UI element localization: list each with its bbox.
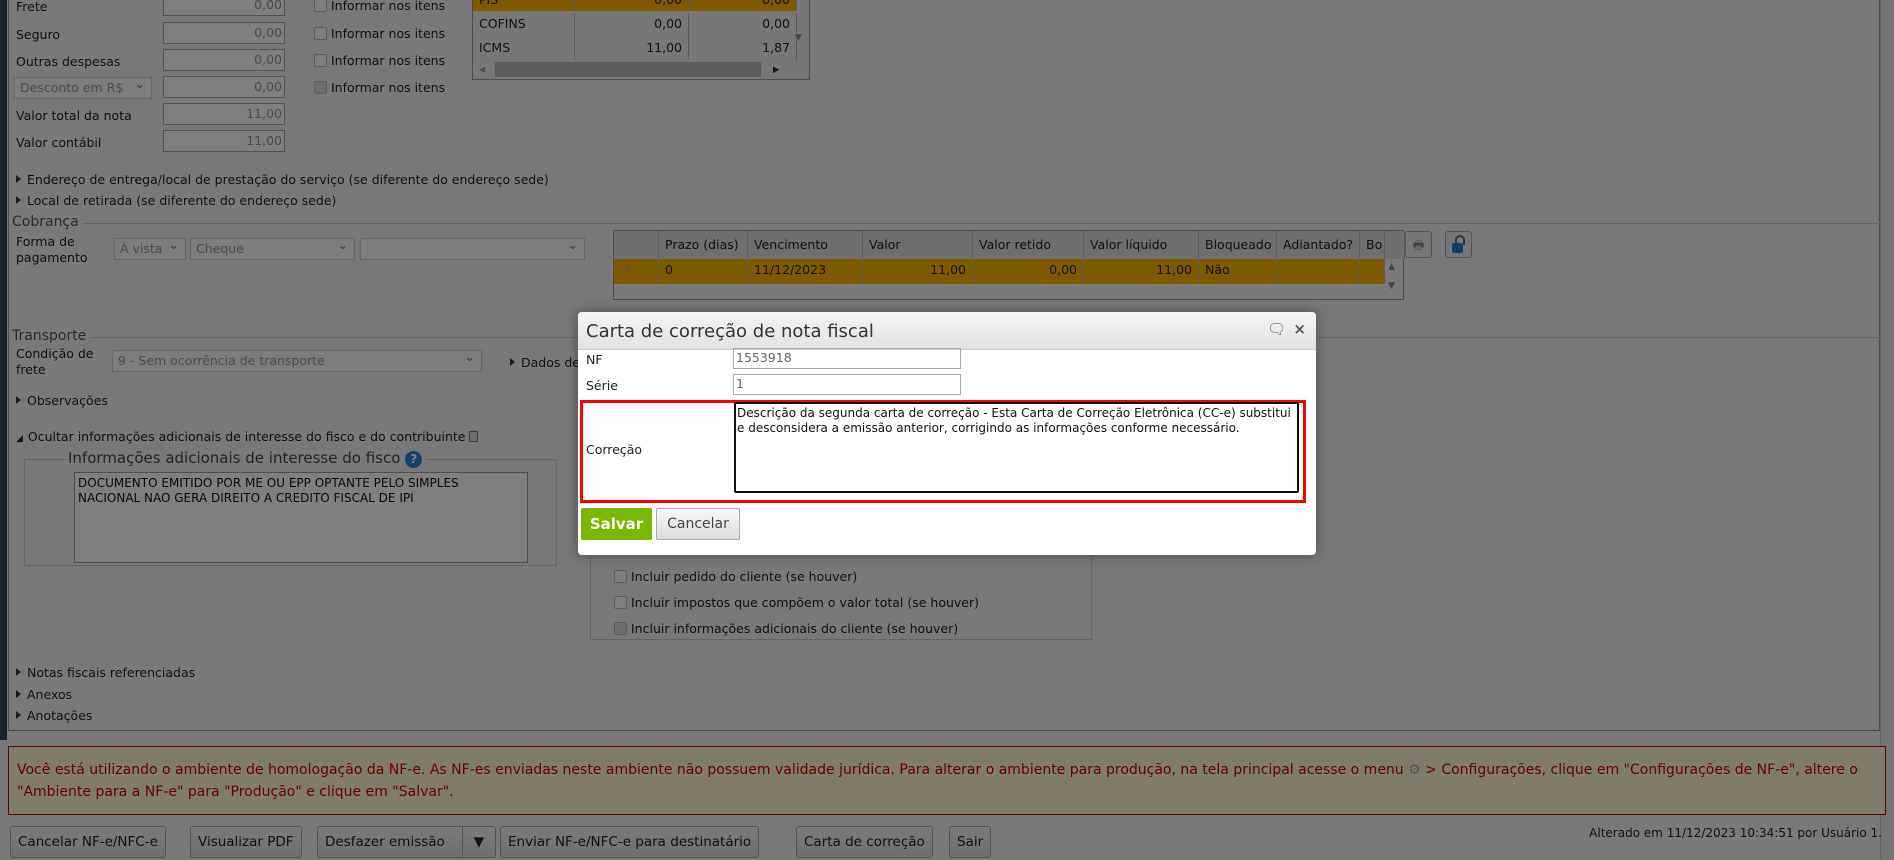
- carta-correcao-dialog: Carta de correção de nota fiscal 🗨 × NF …: [578, 312, 1316, 555]
- cancelar-button[interactable]: Cancelar: [656, 508, 740, 540]
- close-icon[interactable]: ×: [1293, 320, 1306, 338]
- nf-input[interactable]: 1553918: [733, 348, 961, 369]
- dialog-title: Carta de correção de nota fiscal: [586, 321, 874, 342]
- nf-label: NF: [586, 352, 603, 367]
- correcao-label: Correção: [586, 442, 643, 457]
- serie-input[interactable]: 1: [733, 374, 961, 395]
- serie-label: Série: [586, 378, 618, 393]
- chat-icon[interactable]: 🗨: [1267, 320, 1286, 338]
- salvar-button[interactable]: Salvar: [581, 508, 652, 540]
- correcao-textarea[interactable]: Descrição da segunda carta de correção -…: [734, 402, 1299, 493]
